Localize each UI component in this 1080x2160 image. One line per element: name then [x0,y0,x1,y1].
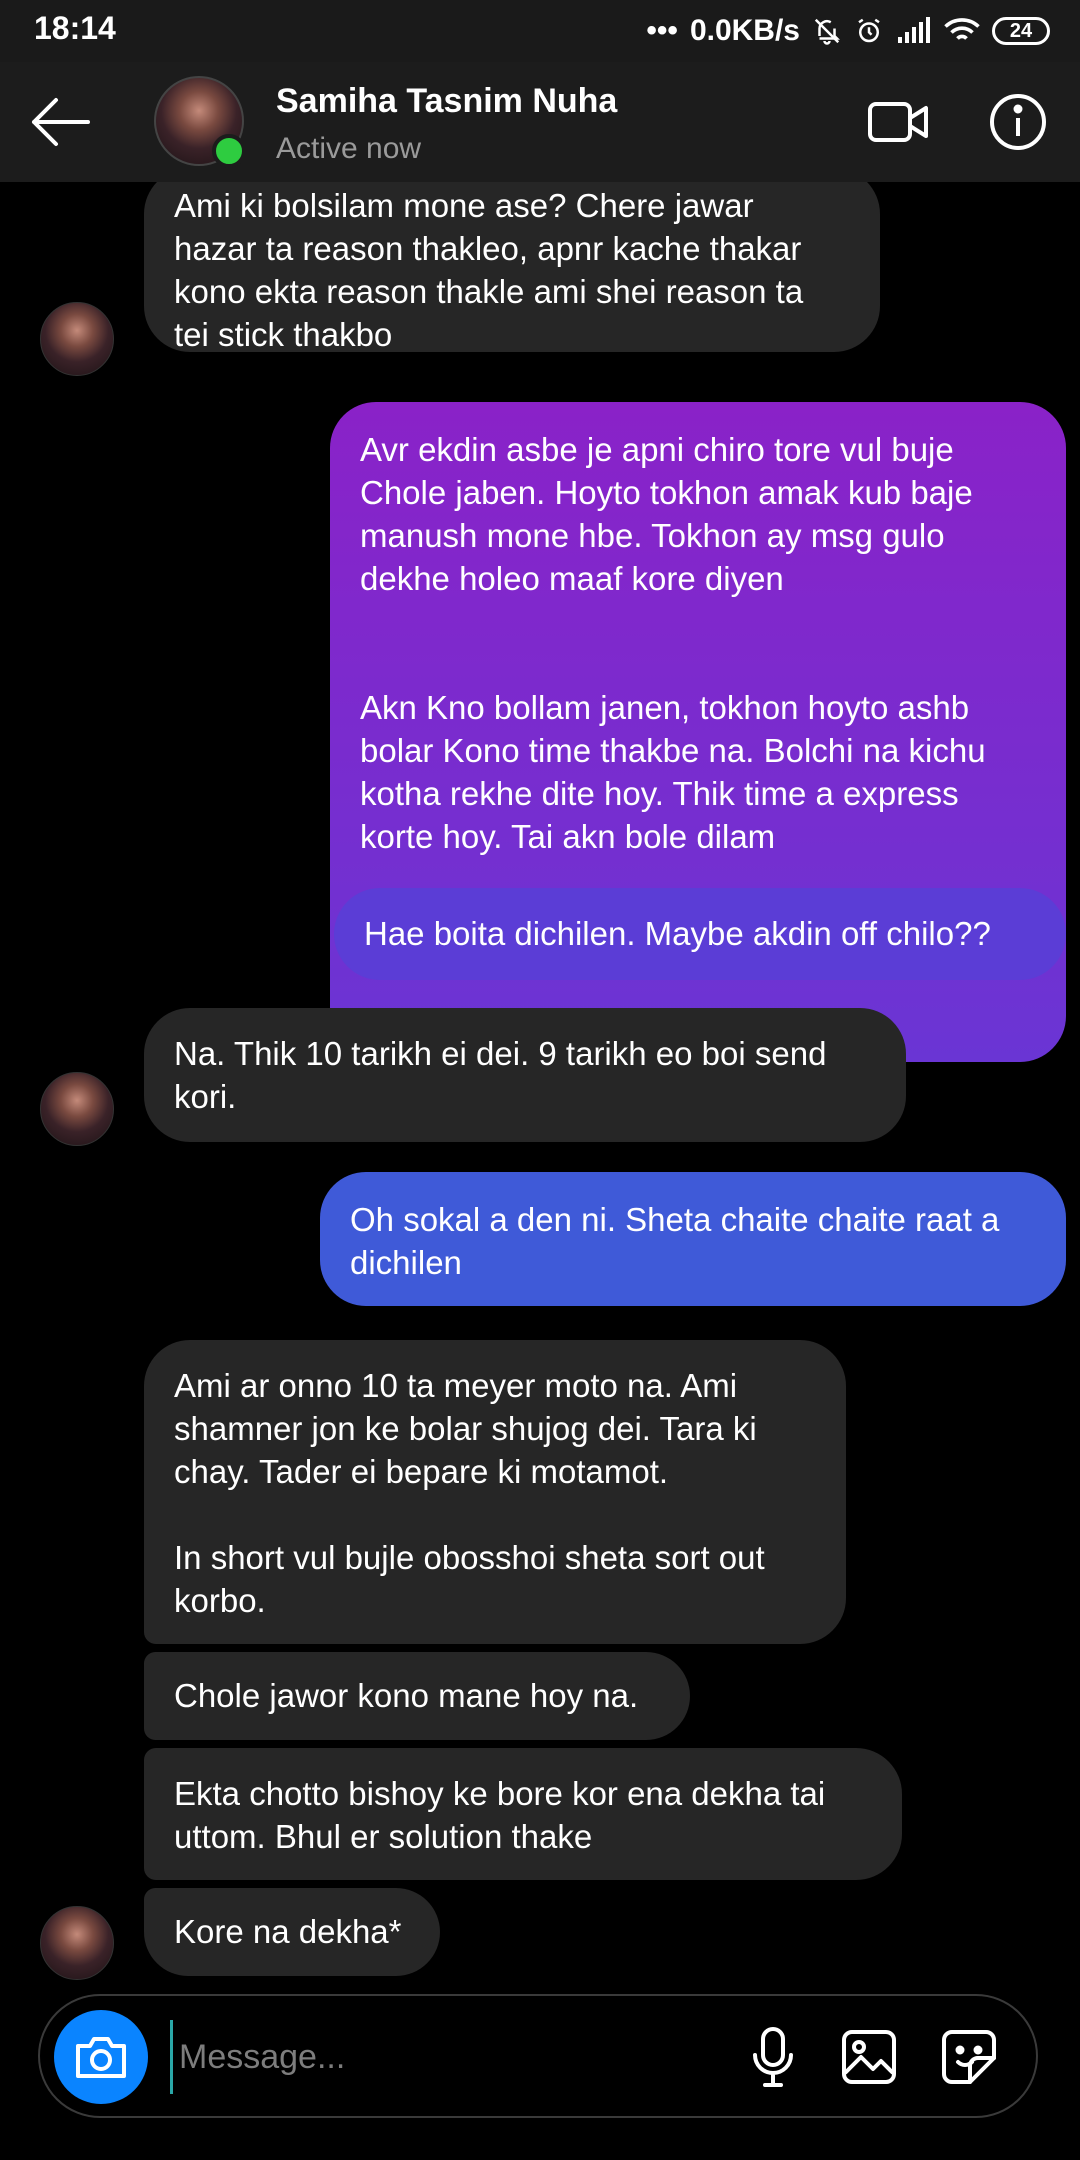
message-input[interactable] [170,2020,741,2094]
contact-name[interactable]: Samiha Tasnim Nuha [276,82,617,121]
status-icons: ••• 0.0KB/s 24 [646,8,1050,54]
mute-bell-icon [814,18,841,45]
microphone-icon [753,2027,793,2087]
video-call-icon [868,102,928,142]
wifi-icon [944,18,980,40]
camera-button[interactable] [54,2010,148,2104]
sender-avatar [40,1906,114,1980]
sticker-icon [942,2030,996,2084]
info-button[interactable] [988,92,1052,152]
back-arrow-icon [32,98,90,146]
message-incoming[interactable]: Chole jawor kono mane hoy na. [144,1652,690,1740]
message-incoming[interactable]: Ekta chotto bishoy ke bore kor ena dekha… [144,1748,902,1880]
camera-icon [76,2037,126,2078]
gallery-button[interactable] [832,2020,906,2094]
dots-icon: ••• [646,14,678,47]
signal-icon [898,17,930,43]
network-speed: 0.0KB/s [689,14,800,47]
info-icon [990,94,1046,150]
sender-avatar [40,1072,114,1146]
message-composer [38,1994,1038,2118]
gallery-icon [842,2030,896,2084]
message-incoming[interactable]: Na. Thik 10 tarikh ei dei. 9 tarikh eo b… [144,1008,906,1142]
sticker-button[interactable] [932,2020,1006,2094]
contact-status: Active now [276,132,422,165]
online-indicator [212,134,246,168]
status-bar: 18:14 ••• 0.0KB/s 24 [0,0,1080,62]
alarm-icon [858,18,880,43]
video-call-button[interactable] [866,92,930,152]
message-outgoing[interactable]: Hae boita dichilen. Maybe akdin off chil… [334,888,1066,980]
message-list[interactable]: Ami ki bolsilam mone ase? Chere jawar ha… [0,182,1080,1990]
message-incoming[interactable]: Ami ki bolsilam mone ase? Chere jawar ha… [144,182,880,353]
back-button[interactable] [28,92,92,152]
conversation-header: Samiha Tasnim Nuha Active now [0,62,1080,182]
message-outgoing[interactable]: Oh sokal a den ni. Sheta chaite chaite r… [320,1172,1066,1306]
battery-icon: 24 [992,17,1050,45]
sender-avatar [40,302,114,376]
message-incoming[interactable]: Ami ar onno 10 ta meyer moto na. Ami sha… [144,1340,846,1644]
contact-avatar[interactable] [154,76,246,168]
message-incoming[interactable]: Kore na dekha* [144,1888,440,1976]
status-time: 18:14 [34,10,116,46]
voice-message-button[interactable] [736,2020,810,2094]
